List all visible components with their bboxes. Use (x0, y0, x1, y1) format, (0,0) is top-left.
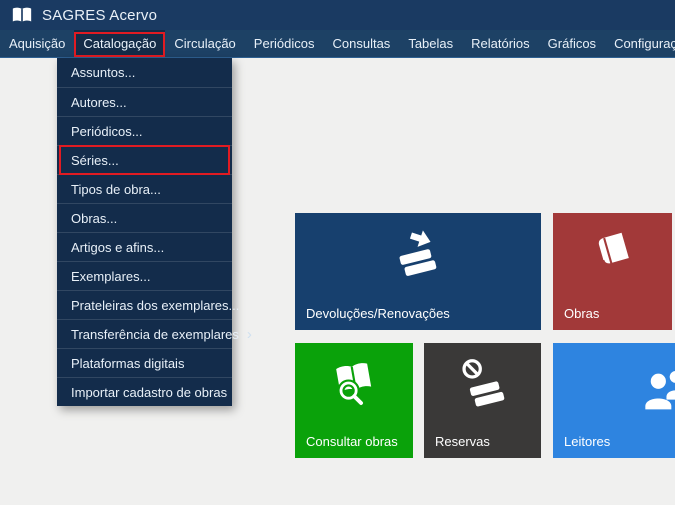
dropdown-item-prateleiras[interactable]: Prateleiras dos exemplares... (57, 290, 239, 319)
menu-graficos[interactable]: Gráficos (539, 30, 605, 57)
tile-label: Devoluções/Renovações (306, 306, 450, 321)
menu-catalogacao[interactable]: Catalogação (74, 30, 166, 57)
tile-label: Leitores (564, 434, 611, 449)
book-search-icon (328, 357, 380, 414)
dropdown-item-transferencia[interactable]: Transferência de exemplares › (57, 319, 252, 348)
dropdown-item-plataformas-digitais[interactable]: Plataformas digitais (57, 348, 232, 377)
menu-catalogacao-label: Catalogação (83, 36, 157, 51)
dropdown-item-exemplares[interactable]: Exemplares... (57, 261, 232, 290)
dropdown-item-tipos-de-obra[interactable]: Tipos de obra... (57, 174, 232, 203)
readers-icon (641, 365, 675, 422)
dropdown-item-autores[interactable]: Autores... (57, 87, 232, 116)
open-book-icon (11, 6, 33, 25)
submenu-arrow-icon: › (246, 325, 252, 343)
menu-aquisicao[interactable]: Aquisição (0, 30, 74, 57)
tile-reservas[interactable]: Reservas (424, 343, 541, 458)
menu-configuracoes[interactable]: Configurações (605, 30, 675, 57)
titlebar: SAGRES Acervo (0, 0, 675, 30)
menu-relatorios[interactable]: Relatórios (462, 30, 539, 57)
dropdown-item-artigos-e-afins[interactable]: Artigos e afins... (57, 232, 232, 261)
catalogacao-dropdown-menu: Assuntos... Autores... Periódicos... Sér… (57, 58, 252, 406)
dropdown-item-transferencia-label: Transferência de exemplares (71, 326, 239, 342)
book-icon (588, 227, 638, 282)
dropdown-item-periodicos[interactable]: Periódicos... (57, 116, 232, 145)
menu-tabelas[interactable]: Tabelas (399, 30, 462, 57)
app-window: SAGRES Acervo Aquisição Catalogação Circ… (0, 0, 675, 505)
dropdown-item-series[interactable]: Séries... (57, 145, 232, 175)
tile-label: Reservas (435, 434, 490, 449)
tile-consultar-obras[interactable]: Consultar obras (295, 343, 413, 458)
tile-leitores[interactable]: Leitores (553, 343, 675, 458)
tile-label: Obras (564, 306, 600, 321)
dropdown-item-assuntos[interactable]: Assuntos... (57, 58, 232, 87)
dropdown-item-series-label: Séries... (71, 152, 119, 168)
menubar: Aquisição Catalogação Circulação Periódi… (0, 30, 675, 58)
menu-periodicos[interactable]: Periódicos (245, 30, 324, 57)
app-title: SAGRES Acervo (42, 6, 158, 24)
books-return-icon (392, 227, 444, 284)
tile-label: Consultar obras (306, 434, 398, 449)
dropdown-item-importar-cadastro[interactable]: Importar cadastro de obras (57, 377, 232, 406)
menu-consultas[interactable]: Consultas (324, 30, 400, 57)
menu-circulacao[interactable]: Circulação (165, 30, 244, 57)
dropdown-item-obras[interactable]: Obras... (57, 203, 232, 232)
books-blocked-icon (457, 357, 509, 414)
tile-devolucoes-renovacoes[interactable]: Devoluções/Renovações (295, 213, 541, 330)
tile-obras[interactable]: Obras (553, 213, 672, 330)
